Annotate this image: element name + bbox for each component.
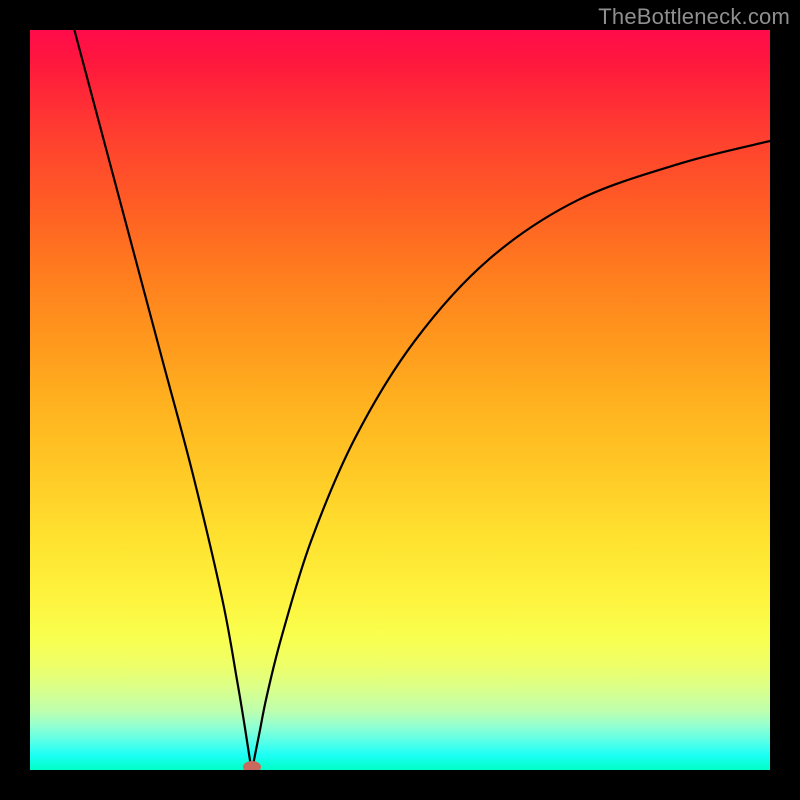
bottleneck-curve — [30, 30, 770, 770]
plot-area — [30, 30, 770, 770]
watermark-text: TheBottleneck.com — [598, 4, 790, 30]
curve-line — [74, 30, 770, 770]
minimum-marker — [243, 761, 261, 770]
chart-frame: TheBottleneck.com — [0, 0, 800, 800]
